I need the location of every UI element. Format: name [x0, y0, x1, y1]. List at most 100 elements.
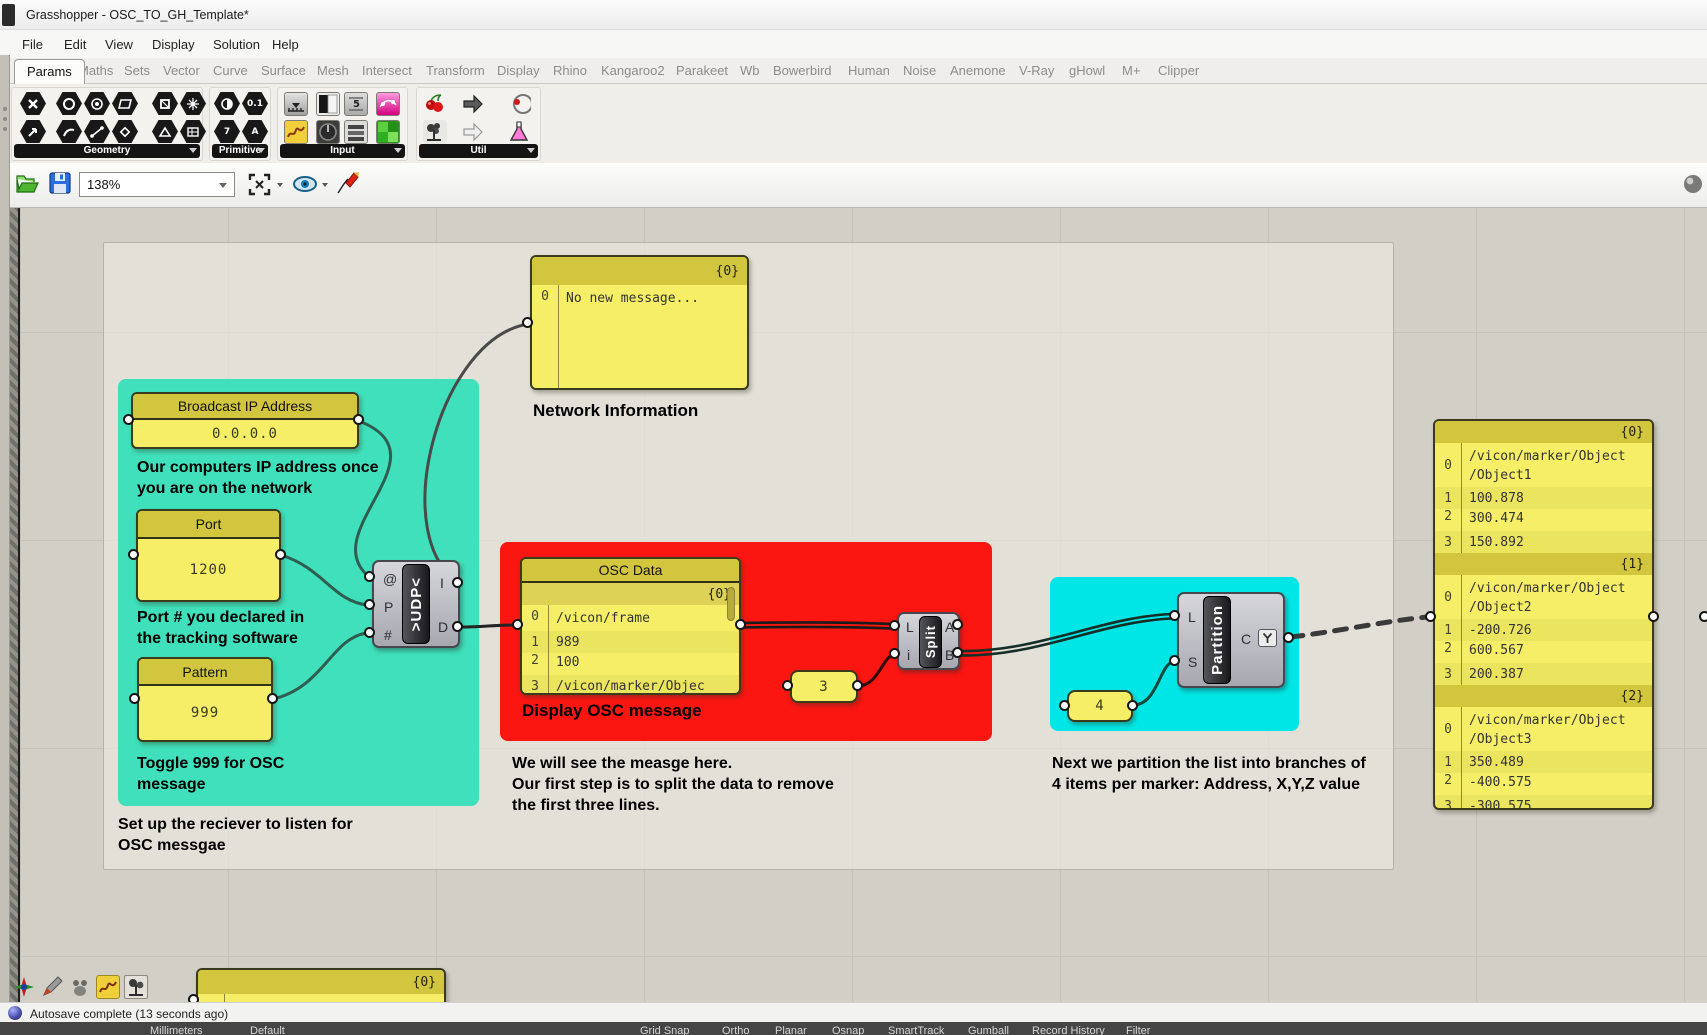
- point-icon[interactable]: [112, 120, 138, 143]
- menu-file[interactable]: File: [22, 37, 43, 52]
- split-capsule[interactable]: Split: [919, 616, 942, 668]
- cluster-icon[interactable]: [507, 92, 531, 116]
- partition-capsule[interactable]: Partition: [1203, 596, 1231, 684]
- data-input-arrow-icon[interactable]: [461, 120, 485, 144]
- panel-component-icon[interactable]: [344, 120, 368, 144]
- vector-icon[interactable]: [20, 120, 46, 143]
- sketch-pen-button[interactable]: [334, 171, 360, 202]
- plane-icon[interactable]: [112, 92, 138, 115]
- rhino-status-smarttrack[interactable]: SmartTrack: [888, 1025, 944, 1035]
- text-icon[interactable]: A: [242, 120, 268, 143]
- tab-noise[interactable]: Noise: [903, 63, 936, 78]
- rhino-status-history[interactable]: Record History: [1032, 1025, 1105, 1035]
- partition-size-output-port[interactable]: [1127, 700, 1138, 711]
- cone-icon[interactable]: [152, 120, 178, 143]
- split-port-l[interactable]: [889, 620, 900, 631]
- udp-port-at[interactable]: [364, 571, 375, 582]
- menu-solution[interactable]: Solution: [213, 37, 260, 52]
- pattern-output-port[interactable]: [267, 693, 278, 704]
- rhino-status-ortho[interactable]: Ortho: [722, 1025, 750, 1035]
- tab-parakeet[interactable]: Parakeet: [676, 63, 728, 78]
- osc-data-panel[interactable]: OSC Data {0} 0/vicon/frame 1989 2100 3/v…: [520, 557, 741, 695]
- rhino-status-osnap[interactable]: Osnap: [832, 1025, 864, 1035]
- split-list-component[interactable]: L i Split A B: [897, 612, 960, 670]
- pattern-value[interactable]: 999: [139, 686, 271, 740]
- rhino-status-gridsnap[interactable]: Grid Snap: [640, 1025, 690, 1035]
- tab-kangaroo2[interactable]: Kangaroo2: [601, 63, 665, 78]
- udp-capsule[interactable]: >UDP<: [402, 564, 430, 644]
- spiral-icon[interactable]: [84, 92, 110, 115]
- osc-input-port[interactable]: [512, 619, 523, 630]
- broadcast-input-port[interactable]: [123, 414, 134, 425]
- port-panel[interactable]: Port 1200: [136, 509, 281, 602]
- result-panel[interactable]: {0} 0/vicon/marker/Object /Object1 1100.…: [1433, 419, 1654, 810]
- knob-icon[interactable]: [316, 120, 340, 144]
- tab-vector[interactable]: Vector: [163, 63, 200, 78]
- split-index-input-port[interactable]: [782, 680, 793, 691]
- tab-sets[interactable]: Sets: [124, 63, 150, 78]
- sketch-icon[interactable]: [284, 120, 308, 144]
- port-input-port[interactable]: [128, 549, 139, 560]
- udp-port-p[interactable]: [364, 599, 375, 610]
- tab-anemone[interactable]: Anemone: [950, 63, 1006, 78]
- tab-human[interactable]: Human: [848, 63, 890, 78]
- integer-icon[interactable]: 7: [214, 120, 240, 143]
- tab-ghowl[interactable]: gHowl: [1069, 63, 1105, 78]
- split-index-panel[interactable]: 3: [790, 670, 858, 703]
- open-file-button[interactable]: [14, 171, 40, 202]
- tab-display[interactable]: Display: [497, 63, 540, 78]
- result-output-port[interactable]: [1648, 611, 1659, 622]
- paw-widget-icon[interactable]: [68, 975, 92, 999]
- toggle-icon[interactable]: [316, 92, 340, 116]
- partition-size-input-port[interactable]: [1059, 700, 1070, 711]
- partition-size-panel[interactable]: 4: [1067, 690, 1133, 722]
- preview-eye-button[interactable]: [292, 173, 318, 200]
- rhino-status-gumball[interactable]: Gumball: [968, 1025, 1009, 1035]
- flask-icon[interactable]: [507, 120, 531, 144]
- result-input-port[interactable]: [1425, 611, 1436, 622]
- split-port-i[interactable]: [889, 648, 900, 659]
- tab-mesh[interactable]: Mesh: [317, 63, 349, 78]
- menu-help[interactable]: Help: [272, 37, 299, 52]
- definition-canvas[interactable]: Our computers IP address once you are on…: [0, 208, 1707, 1002]
- circle-icon[interactable]: [56, 92, 82, 115]
- tab-bowerbird[interactable]: Bowerbird: [773, 63, 832, 78]
- broadcast-ip-value[interactable]: 0.0.0.0: [133, 420, 357, 447]
- surface-icon[interactable]: [180, 120, 206, 143]
- rhino-status-units[interactable]: Millimeters: [150, 1025, 203, 1035]
- preview-dropdown[interactable]: [322, 183, 328, 187]
- number-icon[interactable]: 0.1: [242, 92, 268, 115]
- input-group-label[interactable]: Input: [280, 144, 405, 158]
- mesh-icon[interactable]: [180, 92, 206, 115]
- tab-curve[interactable]: Curve: [213, 63, 248, 78]
- pencil-widget-icon[interactable]: [40, 975, 64, 999]
- port-value[interactable]: 1200: [138, 539, 279, 600]
- pattern-panel[interactable]: Pattern 999: [137, 657, 273, 742]
- tab-mplus[interactable]: M+: [1122, 63, 1140, 78]
- menu-view[interactable]: View: [105, 37, 133, 52]
- box-icon[interactable]: [152, 92, 178, 115]
- cherry-picker-icon[interactable]: [423, 92, 447, 116]
- scribble-widget-icon[interactable]: [96, 975, 120, 999]
- menu-edit[interactable]: Edit: [64, 37, 86, 52]
- curve-icon[interactable]: [56, 120, 82, 143]
- graft-state-icon[interactable]: [1258, 629, 1277, 647]
- partition-port-l[interactable]: [1169, 610, 1180, 621]
- partition-port-c[interactable]: [1283, 632, 1294, 643]
- udp-port-d[interactable]: [452, 621, 463, 632]
- split-index-output-port[interactable]: [852, 680, 863, 691]
- udp-port-i[interactable]: [452, 577, 463, 588]
- bonsai-tree-icon[interactable]: [423, 120, 447, 144]
- import-icon[interactable]: [284, 92, 308, 116]
- tab-vray[interactable]: V-Ray: [1019, 63, 1054, 78]
- offscreen-input-port[interactable]: [1699, 611, 1707, 622]
- boolean-icon[interactable]: [214, 92, 240, 115]
- save-file-button[interactable]: [48, 171, 72, 200]
- util-group-label[interactable]: Util: [419, 144, 538, 158]
- osc-panel-scrollbar[interactable]: [727, 587, 735, 621]
- render-sphere-icon[interactable]: [1682, 173, 1704, 200]
- partition-list-component[interactable]: L S Partition C: [1177, 592, 1285, 688]
- menu-display[interactable]: Display: [152, 37, 195, 52]
- zoom-select[interactable]: 138%: [79, 172, 235, 197]
- port-output-port[interactable]: [275, 549, 286, 560]
